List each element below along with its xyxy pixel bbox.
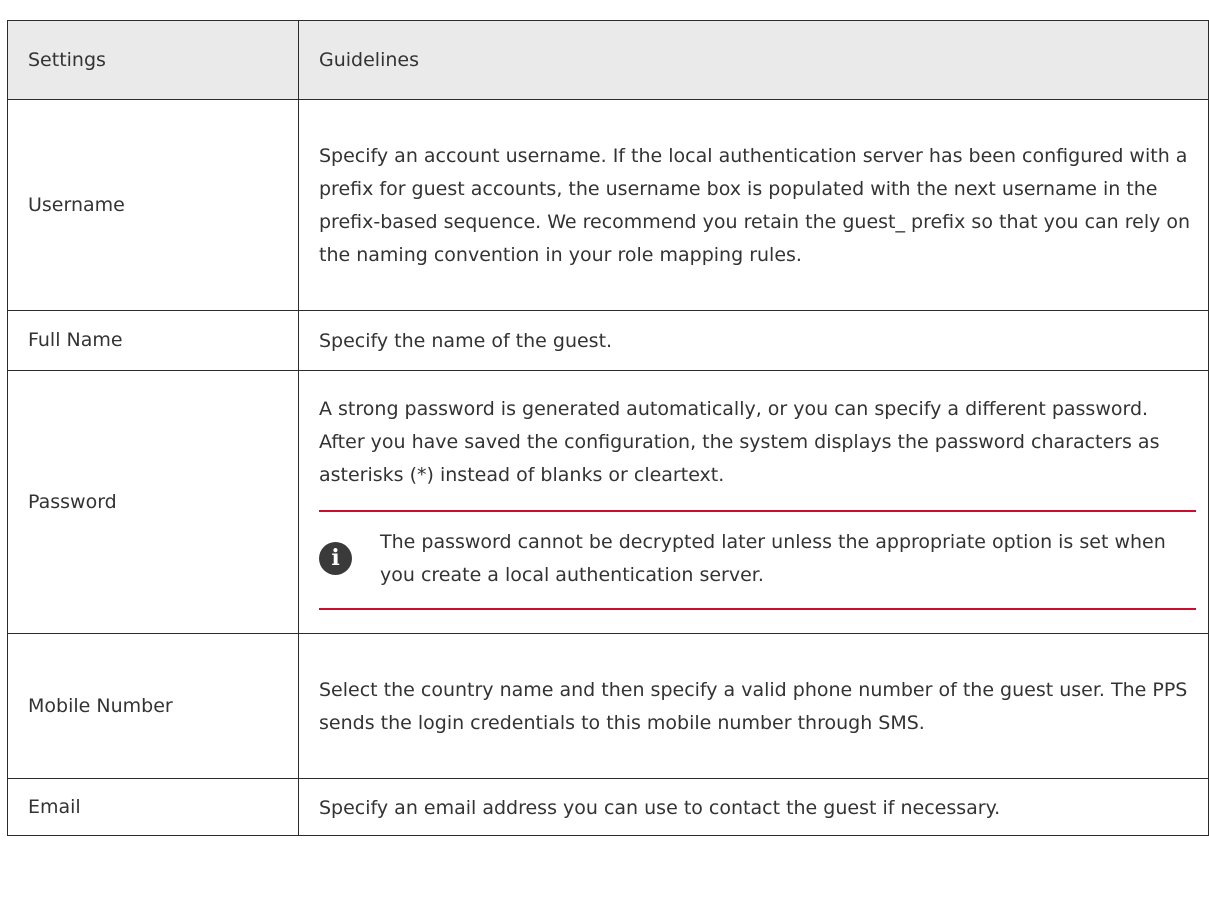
table-row: Full Name Specify the name of the guest. bbox=[7, 310, 1209, 371]
setting-name-password: Password bbox=[7, 370, 299, 634]
guideline-mobile-number: Select the country name and then specify… bbox=[298, 633, 1209, 779]
table-row: Email Specify an email address you can u… bbox=[7, 778, 1209, 836]
column-header-guidelines: Guidelines bbox=[298, 20, 1209, 100]
table-row: Username Specify an account username. If… bbox=[7, 99, 1209, 311]
password-note-text: The password cannot be decrypted later u… bbox=[380, 530, 1166, 586]
table-row: Password A strong password is generated … bbox=[7, 370, 1209, 634]
info-icon: i bbox=[319, 542, 352, 575]
setting-name-email: Email bbox=[7, 778, 299, 836]
table-header-row: Settings Guidelines bbox=[7, 20, 1209, 100]
column-header-settings: Settings bbox=[7, 20, 299, 100]
setting-name-mobile-number: Mobile Number bbox=[7, 633, 299, 779]
guideline-email: Specify an email address you can use to … bbox=[298, 778, 1209, 836]
table-row: Mobile Number Select the country name an… bbox=[7, 633, 1209, 779]
settings-table: Settings Guidelines Username Specify an … bbox=[7, 20, 1209, 836]
guideline-username: Specify an account username. If the loca… bbox=[298, 99, 1209, 311]
setting-name-username: Username bbox=[7, 99, 299, 311]
password-note: i The password cannot be decrypted later… bbox=[319, 509, 1196, 610]
guideline-password-cell: A strong password is generated automatic… bbox=[298, 370, 1209, 634]
guideline-password: A strong password is generated automatic… bbox=[319, 397, 1160, 486]
setting-name-full-name: Full Name bbox=[7, 310, 299, 371]
guideline-full-name: Specify the name of the guest. bbox=[298, 310, 1209, 371]
